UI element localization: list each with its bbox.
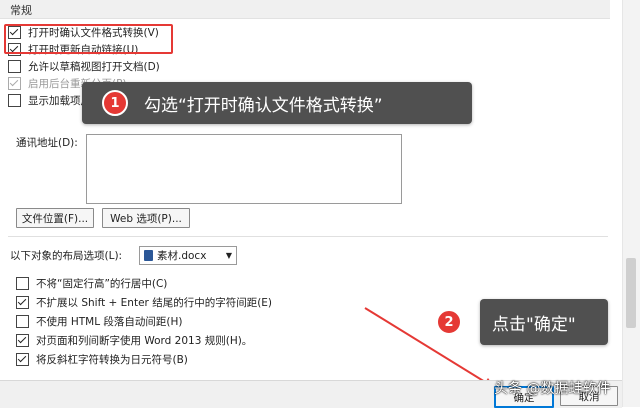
vertical-scrollbar[interactable] [622,0,640,407]
arrow-line [364,307,491,386]
arrow-annotation [364,307,496,389]
scrollbar-thumb[interactable] [626,258,636,328]
watermark: 头条 @数据蛙软件 [494,381,611,397]
